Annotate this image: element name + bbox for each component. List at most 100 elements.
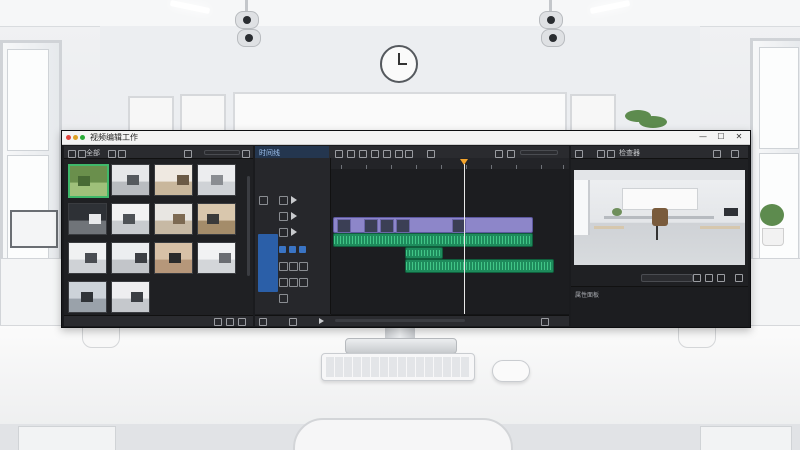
audio-clip[interactable]: [333, 233, 533, 247]
play-icon[interactable]: [291, 228, 297, 236]
media-thumbnail[interactable]: [68, 242, 107, 274]
camera-icon: [237, 29, 261, 47]
monitor-foot: [678, 326, 716, 348]
viewer-scrubber[interactable]: [641, 274, 693, 282]
transform-icon[interactable]: [705, 274, 713, 282]
trim-tool-icon[interactable]: [359, 150, 367, 158]
loop-icon[interactable]: [289, 318, 297, 326]
track-solo-icon[interactable]: [279, 228, 288, 237]
playhead[interactable]: [464, 164, 465, 314]
media-thumbnail[interactable]: [197, 242, 236, 274]
media-thumbnail[interactable]: [154, 164, 193, 196]
media-thumbnail[interactable]: [154, 203, 193, 235]
media-thumbnail[interactable]: [111, 203, 150, 235]
undo-icon[interactable]: [495, 150, 503, 158]
maximize-dot[interactable]: [80, 135, 85, 140]
maximize-button[interactable]: ☐: [715, 132, 727, 141]
track-mute-icon[interactable]: [279, 212, 288, 221]
editor-window: 视频编辑工作 — ☐ ✕ 全部 时间线 检查器 属性面板: [61, 130, 751, 328]
crop-icon[interactable]: [717, 274, 725, 282]
media-thumbnail[interactable]: [197, 164, 236, 196]
track-enable-icon[interactable]: [279, 246, 286, 253]
track-solo-icon[interactable]: [289, 278, 298, 287]
track-lane: [331, 169, 569, 190]
track-enable-icon[interactable]: [289, 246, 296, 253]
playhead-icon[interactable]: [405, 150, 413, 158]
title-bar: 视频编辑工作 — ☐ ✕: [62, 131, 750, 145]
gear-icon[interactable]: [242, 150, 250, 158]
view-icon[interactable]: [575, 150, 583, 158]
menu-icon[interactable]: [238, 318, 246, 326]
grid-icon[interactable]: [108, 150, 116, 158]
track-lane: [331, 189, 569, 206]
media-thumbnail[interactable]: [68, 164, 109, 198]
zoom-icon[interactable]: [507, 150, 515, 158]
track-mute-icon[interactable]: [279, 294, 288, 303]
inspector-area: 属性面板: [571, 286, 748, 326]
info-icon[interactable]: [607, 150, 615, 158]
snap-icon[interactable]: [371, 150, 379, 158]
close-dot[interactable]: [66, 135, 71, 140]
media-thumbnail[interactable]: [111, 164, 150, 196]
track-mute-icon[interactable]: [279, 278, 288, 287]
folder-icon[interactable]: [68, 150, 76, 158]
chair: [293, 418, 513, 450]
media-thumbnail[interactable]: [154, 242, 193, 274]
mouse: [492, 360, 530, 382]
minimize-dot[interactable]: [73, 135, 78, 140]
track-record-icon[interactable]: [299, 262, 308, 271]
side-monitor: [10, 210, 58, 248]
viewer-panel: 检查器 属性面板: [571, 146, 748, 326]
search-icon[interactable]: [184, 150, 192, 158]
timeline-scrollbar[interactable]: [335, 319, 465, 322]
play-icon[interactable]: [319, 318, 324, 324]
menu-icon[interactable]: [731, 150, 739, 158]
audio-clip[interactable]: [405, 247, 443, 259]
tag-icon[interactable]: [118, 150, 126, 158]
fullscreen-icon[interactable]: [735, 274, 743, 282]
minimize-button[interactable]: —: [697, 132, 709, 141]
viewer-tab-label[interactable]: 检查器: [619, 148, 640, 158]
track-solo-icon[interactable]: [289, 262, 298, 271]
audio-clip[interactable]: [405, 259, 554, 273]
track-active-indicator[interactable]: [258, 234, 278, 292]
close-button[interactable]: ✕: [733, 132, 745, 141]
thumb-size-slider[interactable]: [204, 150, 240, 155]
play-icon[interactable]: [291, 196, 297, 204]
media-thumbnail[interactable]: [111, 281, 150, 313]
track-visible-icon[interactable]: [279, 196, 288, 205]
media-thumbnail[interactable]: [111, 242, 150, 274]
media-thumbnail[interactable]: [68, 281, 107, 313]
media-thumbnail[interactable]: [197, 203, 236, 235]
zoom-out-icon[interactable]: [541, 318, 549, 326]
track-record-icon[interactable]: [299, 278, 308, 287]
media-scrollbar[interactable]: [247, 176, 250, 276]
media-filter-label[interactable]: 全部: [86, 148, 100, 158]
video-clip[interactable]: [333, 217, 533, 233]
track-mute-icon[interactable]: [279, 262, 288, 271]
timeline-zoom-slider[interactable]: [520, 150, 558, 155]
blade-tool-icon[interactable]: [347, 150, 355, 158]
select-tool-icon[interactable]: [335, 150, 343, 158]
list-icon[interactable]: [78, 150, 86, 158]
camera-icon: [235, 11, 259, 29]
wall-frame: [180, 94, 226, 134]
track-enable-icon[interactable]: [299, 246, 306, 253]
sort-icon[interactable]: [226, 318, 234, 326]
link-icon[interactable]: [383, 150, 391, 158]
layout-icon[interactable]: [597, 150, 605, 158]
prev-icon[interactable]: [259, 318, 267, 326]
audio-icon[interactable]: [427, 150, 435, 158]
media-thumbnail[interactable]: [68, 203, 107, 235]
add-icon[interactable]: [214, 318, 222, 326]
viewer-toolbar: 检查器: [571, 146, 748, 159]
side-desk-right: [748, 258, 800, 330]
plus-icon[interactable]: [693, 274, 701, 282]
video-preview[interactable]: [574, 170, 745, 265]
marker-icon[interactable]: [395, 150, 403, 158]
camera-icon: [539, 11, 563, 29]
settings-icon[interactable]: [713, 150, 721, 158]
ceiling: [0, 0, 800, 27]
track-lock-icon[interactable]: [259, 196, 268, 205]
play-icon[interactable]: [291, 212, 297, 220]
